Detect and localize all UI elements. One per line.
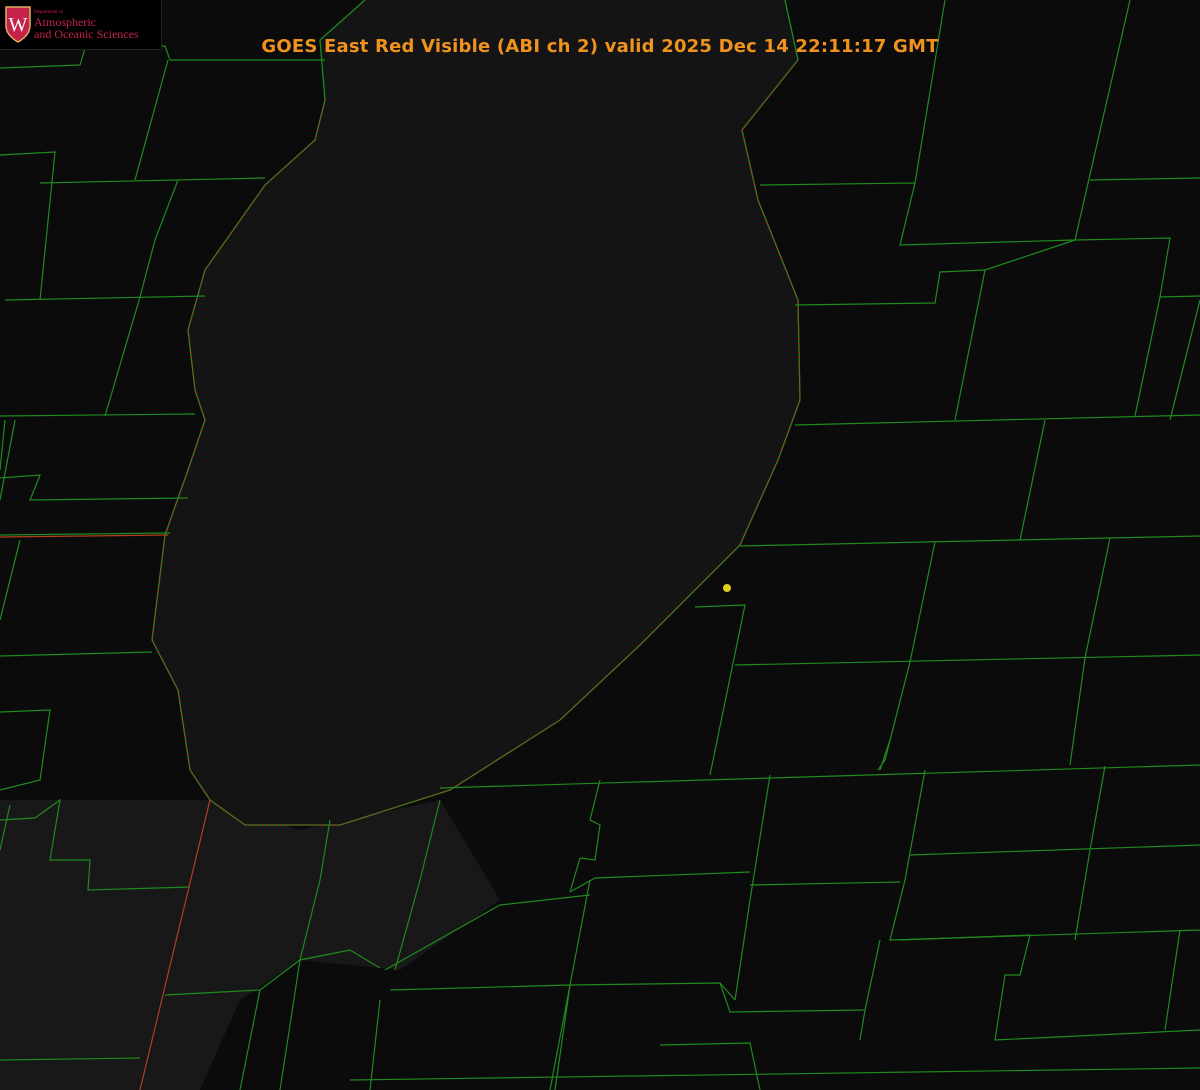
- satellite-map: [0, 0, 1200, 1090]
- location-marker: [723, 584, 731, 592]
- crest-letter: W: [9, 14, 28, 36]
- image-title: GOES East Red Visible (ABI ch 2) valid 2…: [261, 36, 939, 57]
